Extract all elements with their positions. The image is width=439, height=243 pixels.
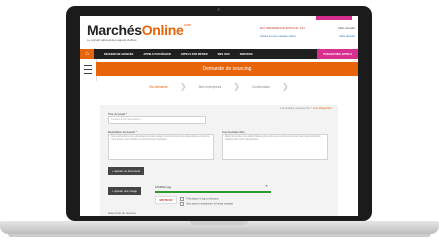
chevron-right-icon: ❯	[282, 82, 289, 91]
reference-label: Réf: REFERENCE ARTICLE: 123	[260, 26, 305, 30]
menu-icon[interactable]	[80, 59, 97, 81]
account-tab[interactable]	[316, 16, 352, 20]
image-thumbnail: MOTEUR	[155, 196, 177, 204]
laptop-shadow	[8, 234, 431, 237]
chevron-right-icon: ❯	[179, 82, 187, 91]
laptop-frame: MarchésOnline.com Le portail national de…	[0, 0, 439, 243]
add-document-button[interactable]: + Ajouter un document	[108, 167, 145, 175]
nav-item-4[interactable]: MES AVIS	[218, 53, 230, 56]
nav-item-3[interactable]: APPELS PAR MÉTIER	[181, 53, 208, 56]
nav-item-2[interactable]: APPELS PAR RÉGION	[143, 53, 170, 56]
step-2: Mes entreprises	[198, 84, 222, 89]
page-title: Demande de sourcing	[96, 62, 358, 76]
uploaded-file-name: a7b3f91c.jpg	[155, 185, 172, 189]
deadline-label: Date limite de réponse	[108, 211, 136, 215]
nav-item-1[interactable]: RECHERCHE AVANCÉE	[104, 53, 133, 56]
nav-item-5[interactable]: SERVICES	[240, 53, 253, 56]
remove-file-icon[interactable]: ✕	[265, 184, 268, 188]
title-input[interactable]: Création d'une dépendance...	[108, 116, 206, 124]
step-3: Confirmation	[251, 84, 271, 89]
required-note: Les champs marqués d'un * sont obligatoi…	[280, 107, 332, 110]
camera-icon	[217, 8, 220, 11]
sourcing-form: Les champs marqués d'un * sont obligatoi…	[100, 105, 338, 216]
option-format[interactable]: Vous pouvez sélectionner le format souha…	[180, 202, 233, 206]
laptop-notch	[190, 221, 248, 225]
site-logo[interactable]: MarchésOnline.com	[87, 22, 191, 38]
alerts-link[interactable]: Mes alertes	[339, 34, 355, 38]
browser-screen: MarchésOnline.com Le portail national de…	[80, 16, 358, 216]
tagline: Le portail national des appels d'offres	[87, 38, 137, 42]
publish-button[interactable]: PUBLIER MES APPELS	[317, 49, 358, 59]
chevron-right-icon: ❯	[233, 82, 240, 91]
header-account: Réf: REFERENCE ARTICLE: 123 Mon compte Ac…	[260, 26, 355, 38]
upload-progress	[155, 191, 271, 193]
account-link[interactable]: Mon compte	[338, 26, 355, 30]
step-1: Ma demande	[149, 84, 168, 89]
upload-progress-fill	[155, 191, 271, 193]
add-image-button[interactable]: + Ajouter une image	[108, 187, 141, 195]
option-logo[interactable]: Télécharger le logo ci-dessous	[180, 197, 219, 201]
client-space-link[interactable]: Accès à mon espace client	[260, 34, 296, 38]
main-nav: ⌂ RECHERCHE AVANCÉE APPELS PAR RÉGION AP…	[80, 49, 358, 59]
home-icon[interactable]: ⌂	[80, 49, 94, 59]
description-textarea[interactable]: Nous recherchons des entreprises pouvant…	[108, 134, 214, 160]
comment-textarea[interactable]: Merci de préciser vos délais d'intervent…	[222, 134, 328, 160]
step-indicator: Ma demande ❯ Mes entreprises ❯ Confirmat…	[80, 82, 358, 91]
